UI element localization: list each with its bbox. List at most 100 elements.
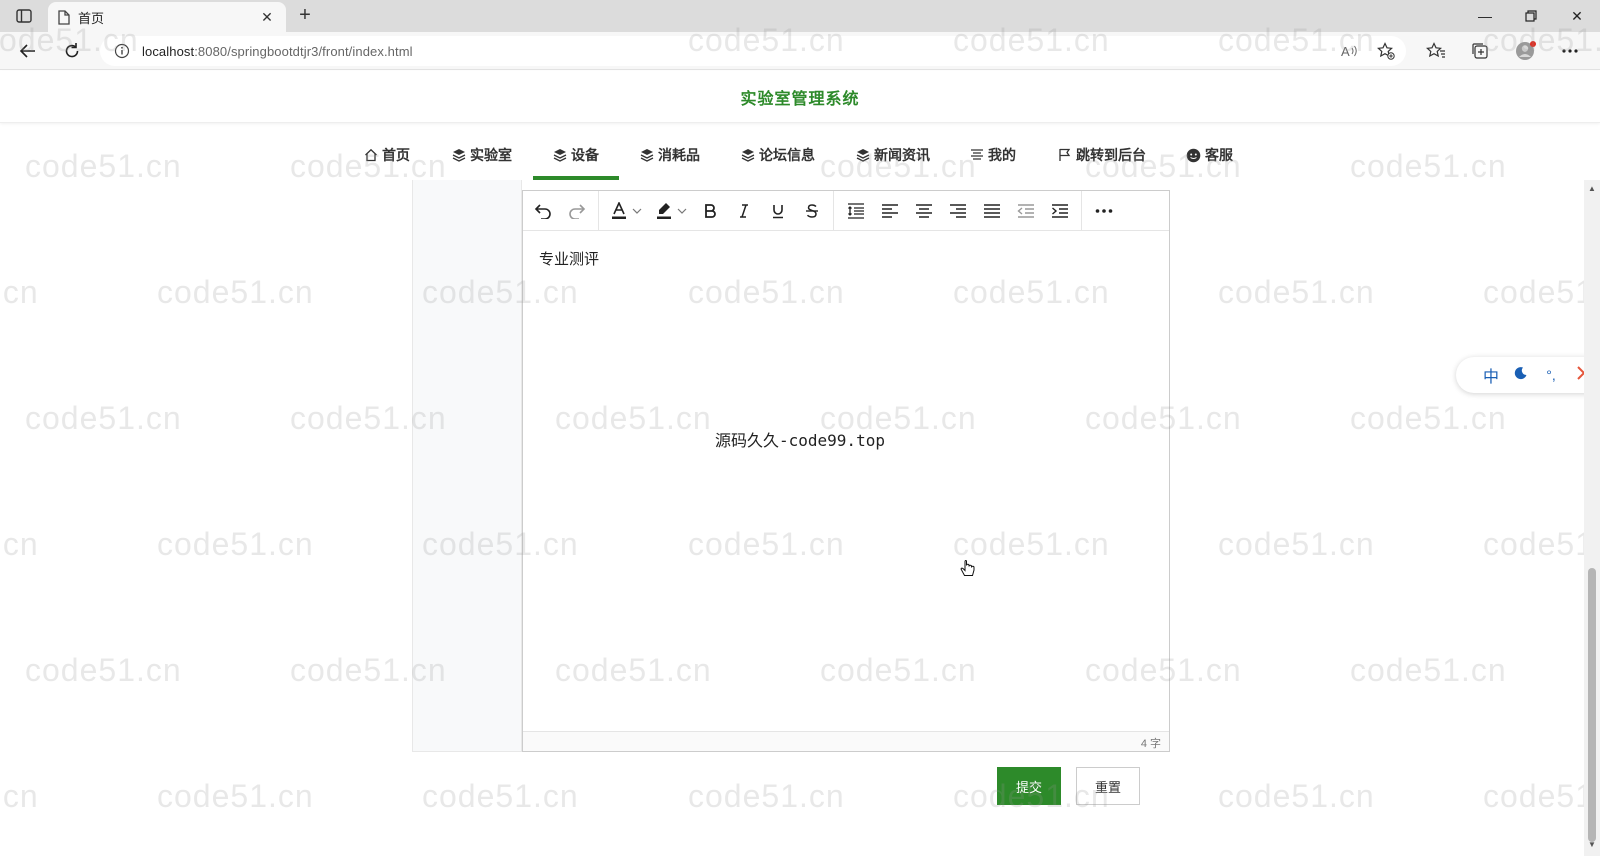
- bold-button[interactable]: [697, 198, 723, 224]
- nav-item-consumables[interactable]: 消耗品: [640, 138, 700, 172]
- more-tools-button[interactable]: [1091, 198, 1117, 224]
- watermark: code51.cn: [157, 778, 314, 814]
- nav-item-news[interactable]: 新闻资讯: [856, 138, 930, 172]
- nav-item-mine[interactable]: 我的: [970, 138, 1016, 172]
- nav-label-forum: 论坛信息: [759, 147, 815, 163]
- form-label-column: [412, 180, 522, 752]
- toolbar-separator: [1081, 191, 1082, 231]
- tab-title: 首页: [78, 10, 105, 26]
- profile-button[interactable]: [1512, 38, 1540, 64]
- page-icon: [58, 9, 70, 25]
- info-icon[interactable]: [114, 43, 130, 59]
- settings-more-button[interactable]: [1556, 38, 1584, 64]
- nav-item-forum[interactable]: 论坛信息: [741, 138, 815, 172]
- ime-language-toggle[interactable]: 中: [1476, 363, 1506, 387]
- font-color-button[interactable]: [606, 198, 632, 224]
- justify-icon: [984, 204, 1000, 218]
- more-horizontal-icon: [1562, 49, 1578, 53]
- layers-icon: [856, 149, 870, 162]
- ime-punctuation-toggle[interactable]: °,: [1536, 367, 1566, 383]
- close-window-button[interactable]: ✕: [1554, 0, 1600, 32]
- nav-item-service[interactable]: 客服: [1186, 138, 1233, 172]
- strikethrough-icon: [806, 204, 818, 218]
- watermark: code51.cn: [1350, 400, 1507, 436]
- submit-button[interactable]: 提交: [997, 767, 1061, 805]
- main-nav: 首页 实验室 设备 消耗品 论坛信息 新闻资讯 我的 跳转到后台 客服: [0, 134, 1600, 180]
- url-field[interactable]: localhost:8080/springbootdtjr3/front/ind…: [100, 36, 1406, 66]
- new-tab-button[interactable]: +: [292, 4, 318, 28]
- read-aloud-icon: A: [1341, 44, 1357, 59]
- collections-icon: [1472, 43, 1488, 59]
- underline-button[interactable]: [765, 198, 791, 224]
- reset-button[interactable]: 重置: [1076, 767, 1140, 805]
- collections-button[interactable]: [1466, 38, 1494, 64]
- nav-item-home[interactable]: 首页: [364, 138, 410, 172]
- outdent-button[interactable]: [1013, 198, 1039, 224]
- nav-label-labs: 实验室: [470, 147, 512, 163]
- site-header: 实验室管理系统: [0, 71, 1600, 123]
- tab-close-icon[interactable]: ✕: [258, 9, 276, 26]
- nav-label-service: 客服: [1205, 147, 1233, 163]
- favorites-button[interactable]: [1422, 38, 1450, 64]
- line-height-icon: [848, 203, 864, 219]
- rich-text-editor: 专业测评 4 字: [522, 190, 1170, 752]
- add-favorite-button[interactable]: [1372, 38, 1400, 64]
- align-center-icon: [916, 204, 932, 218]
- italic-button[interactable]: [731, 198, 757, 224]
- outdent-icon: [1017, 204, 1034, 218]
- redo-icon: [569, 204, 586, 219]
- indent-icon: [1052, 204, 1068, 218]
- watermark: code51.cn: [1483, 274, 1600, 310]
- nav-item-admin[interactable]: 跳转到后台: [1058, 138, 1146, 172]
- nav-item-equipment[interactable]: 设备: [553, 138, 599, 172]
- home-icon: [365, 148, 377, 162]
- font-color-icon: [612, 202, 626, 219]
- browser-tab[interactable]: 首页 ✕: [48, 2, 286, 32]
- bold-icon: [705, 204, 716, 218]
- restore-icon: [1525, 10, 1537, 22]
- layers-icon: [452, 149, 466, 162]
- toolbar-separator: [833, 191, 834, 231]
- toolbar-separator: [598, 191, 599, 231]
- highlight-button[interactable]: [651, 198, 677, 224]
- watermark: code51.cn: [25, 400, 182, 436]
- layers-icon: [741, 149, 755, 162]
- undo-icon: [534, 204, 551, 219]
- chat-icon: [1186, 148, 1201, 162]
- editor-content-area[interactable]: 专业测评: [523, 232, 1169, 722]
- line-height-button[interactable]: [843, 198, 869, 224]
- align-right-button[interactable]: [945, 198, 971, 224]
- redo-button[interactable]: [564, 198, 590, 224]
- watermark: code51.cn: [1218, 778, 1375, 814]
- scroll-up-icon[interactable]: ▲: [1587, 184, 1597, 194]
- undo-button[interactable]: [530, 198, 556, 224]
- align-center-button[interactable]: [911, 198, 937, 224]
- layers-icon: [640, 149, 654, 162]
- align-left-button[interactable]: [877, 198, 903, 224]
- page-scrollbar[interactable]: ▲ ▼: [1584, 180, 1600, 856]
- strikethrough-button[interactable]: [799, 198, 825, 224]
- nav-label-home: 首页: [382, 147, 410, 163]
- svg-text:A: A: [1341, 44, 1350, 59]
- ime-mode-toggle[interactable]: [1506, 366, 1536, 385]
- scroll-down-icon[interactable]: ▼: [1587, 840, 1597, 850]
- chevron-down-icon: [632, 208, 642, 214]
- highlight-dropdown[interactable]: [675, 198, 689, 224]
- font-color-dropdown[interactable]: [630, 198, 644, 224]
- indent-button[interactable]: [1047, 198, 1073, 224]
- reload-button[interactable]: [58, 38, 86, 64]
- watermark: code51.cn: [25, 652, 182, 688]
- watermark: code51.cn: [0, 274, 39, 310]
- nav-label-consumables: 消耗品: [658, 147, 700, 163]
- justify-button[interactable]: [979, 198, 1005, 224]
- read-aloud-button[interactable]: A: [1336, 38, 1364, 64]
- url-host: localhost: [142, 43, 195, 59]
- back-button[interactable]: [14, 38, 42, 64]
- word-count: 4 字: [1140, 738, 1161, 750]
- restore-button[interactable]: [1508, 0, 1554, 32]
- nav-item-labs[interactable]: 实验室: [452, 138, 512, 172]
- tab-actions-button[interactable]: [8, 4, 40, 28]
- minimize-button[interactable]: —: [1462, 0, 1508, 32]
- scroll-thumb[interactable]: [1588, 568, 1596, 842]
- arrow-left-icon: [19, 44, 35, 58]
